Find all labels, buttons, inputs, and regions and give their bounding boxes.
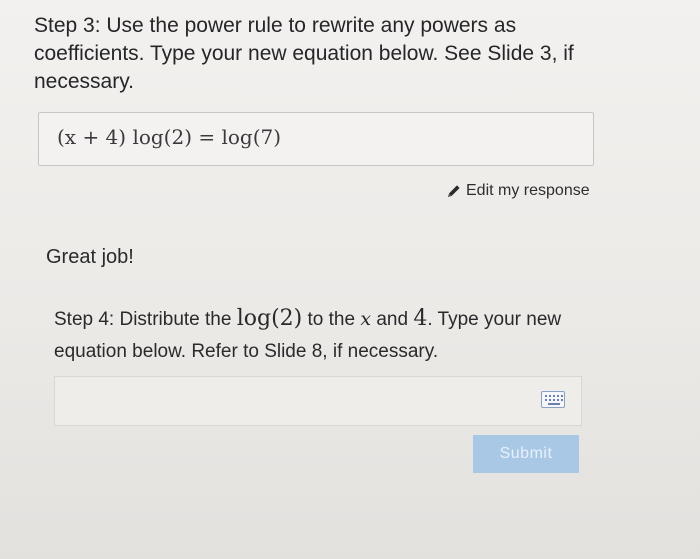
step4-math-x: x (360, 308, 372, 330)
feedback-message: Great job! (46, 246, 134, 268)
submit-button[interactable]: Submit (473, 435, 579, 473)
submitted-answer-box: (x + 4) log(2) = log(7) (38, 112, 594, 166)
step4-math-4: 4 (413, 306, 428, 331)
step4-text-2: to the (302, 309, 361, 330)
step4-instruction: Step 4: Distribute the log(2) to the x a… (54, 303, 594, 368)
step4-text-1: Step 4: Distribute the (54, 309, 237, 330)
edit-response-link[interactable]: Edit my response (446, 182, 590, 200)
step4-math-log2: log(2) (236, 306, 303, 331)
edit-response-label: Edit my response (466, 182, 590, 199)
submitted-equation: (x + 4) log(2) = log(7) (57, 125, 282, 149)
pencil-icon (448, 185, 460, 197)
step3-instruction: Step 3: Use the power rule to rewrite an… (34, 14, 574, 93)
equation-input[interactable] (55, 377, 545, 425)
keyboard-icon[interactable] (541, 391, 565, 408)
step4-text-3: and (371, 309, 414, 330)
equation-input-area[interactable] (54, 376, 582, 426)
page: Step 3: Use the power rule to rewrite an… (0, 0, 700, 559)
